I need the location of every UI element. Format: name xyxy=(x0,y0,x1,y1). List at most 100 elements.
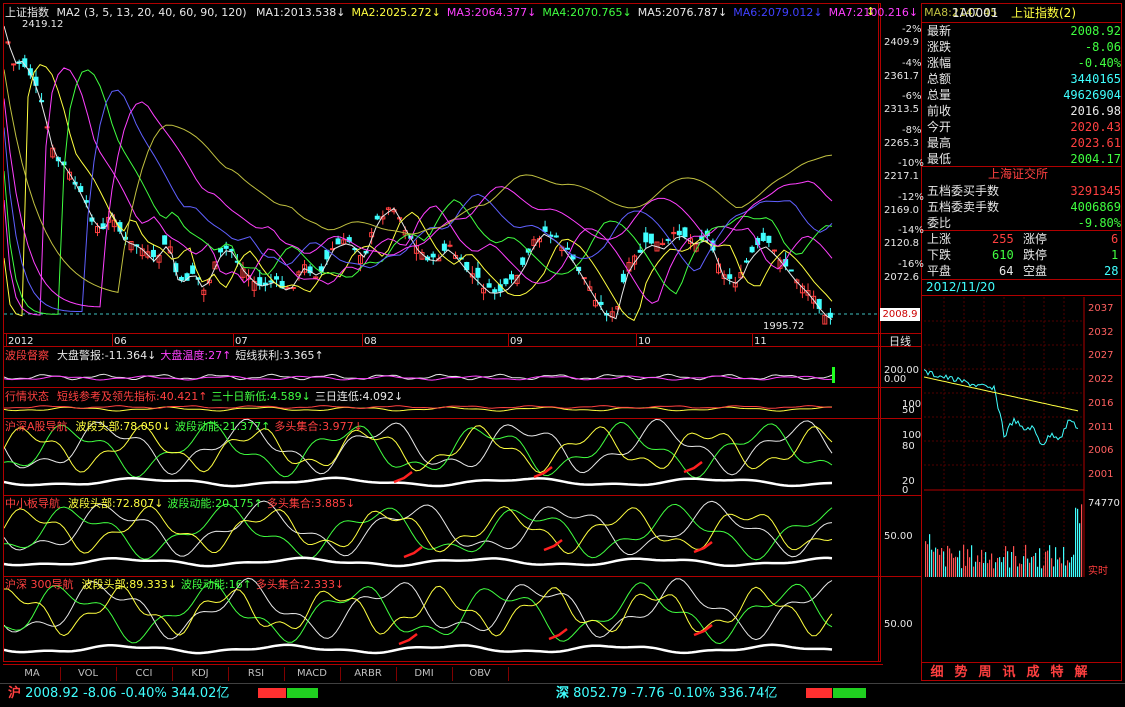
volume-bar xyxy=(979,562,981,577)
sh-quote[interactable]: 沪 2008.92 -8.06 -0.40% 344.02亿 xyxy=(8,686,229,702)
candlestick-chart xyxy=(4,25,877,325)
volume-bar xyxy=(967,549,969,577)
indicator-scale: 0.00 xyxy=(884,374,907,385)
volume-bar xyxy=(1059,557,1061,577)
volume-bar xyxy=(1015,555,1017,577)
volume-bar xyxy=(1073,554,1075,577)
quote-label: 最低 xyxy=(927,152,952,166)
indicator-value: 多头集合:3.885↓ xyxy=(266,497,356,510)
sz-breadth-bar xyxy=(806,688,866,698)
side-tab[interactable]: 成 xyxy=(1023,664,1043,681)
quote-label: 总量 xyxy=(927,88,952,102)
quote-value: 2004.17 xyxy=(1070,152,1121,166)
volume-bar xyxy=(1077,508,1079,577)
signal-bar xyxy=(832,367,835,383)
depth-label: 委比 xyxy=(927,216,952,230)
indicator-name[interactable]: 沪深A股导航 xyxy=(5,420,68,433)
tab-ma[interactable]: MA xyxy=(4,667,61,681)
pct-tick: -4% xyxy=(902,57,922,69)
pct-tick: -8% xyxy=(902,124,922,136)
quote-row: 涨跌 -8.06 xyxy=(927,39,1121,55)
tab-rsi[interactable]: RSI xyxy=(228,667,285,681)
tab-vol[interactable]: VOL xyxy=(60,667,117,681)
candle-body xyxy=(520,257,526,265)
signal-segment xyxy=(403,546,423,559)
signal-segment xyxy=(683,461,703,474)
candle-body xyxy=(827,312,833,318)
quote-value: 49626904 xyxy=(1063,88,1121,102)
quote-value: 2020.43 xyxy=(1070,120,1121,134)
tab-kdj[interactable]: KDJ xyxy=(172,667,229,681)
candle-body xyxy=(475,267,481,278)
candle-body xyxy=(553,235,559,238)
volume-bar xyxy=(1055,547,1057,577)
stat-value: 64 xyxy=(999,264,1014,278)
pct-tick: -12% xyxy=(898,191,924,203)
candle-body xyxy=(682,227,688,238)
volume-bar xyxy=(1003,557,1005,577)
signal-segment xyxy=(393,471,413,484)
indicator-line xyxy=(4,476,833,488)
volume-bar xyxy=(1051,558,1053,577)
candle-body xyxy=(447,244,453,247)
quote-label: 涨跌 xyxy=(927,40,952,54)
indicator-scale: 0 xyxy=(902,485,909,496)
indicator-value: 波段头部:72.807↓ xyxy=(68,497,164,510)
pct-tick: -14% xyxy=(898,225,924,236)
candle-body xyxy=(486,283,492,288)
candle-body xyxy=(223,245,229,249)
volume-bar xyxy=(943,551,945,577)
candle-body xyxy=(430,253,436,258)
candle-body xyxy=(598,301,604,305)
volume-bar xyxy=(1021,564,1023,577)
indicator-value: 波段动能:16↑ xyxy=(180,578,252,591)
quote-value: 2016.98 xyxy=(1070,104,1121,118)
tab-dmi[interactable]: DMI xyxy=(396,667,453,681)
volume-bar xyxy=(1063,546,1065,577)
quote-row: 今开 2020.43 xyxy=(927,119,1121,135)
tab-obv[interactable]: OBV xyxy=(452,667,509,681)
intraday-chart xyxy=(924,297,1085,577)
indicator-name[interactable]: 行情状态 xyxy=(5,390,49,403)
sz-quote[interactable]: 深 8052.79 -7.76 -0.10% 336.74亿 xyxy=(556,686,777,702)
volume-bar xyxy=(1039,548,1041,577)
volume-bar xyxy=(1033,556,1035,577)
indicator-name[interactable]: 沪深 300导航 xyxy=(5,578,74,591)
price-tick: 2313.5 xyxy=(884,104,919,115)
side-tab[interactable]: 周 xyxy=(975,664,995,681)
side-tab[interactable]: 解 xyxy=(1071,664,1091,681)
price-tick: 2361.7 xyxy=(884,70,919,82)
indicator-line xyxy=(4,556,833,568)
indicator-header: 沪深A股导航 波段头部:78.050↓ 波段动能:21.377↑ 多头集合:3.977… xyxy=(5,420,367,433)
side-tab[interactable]: 细 xyxy=(927,664,947,681)
indicator-name[interactable]: 波段督察 xyxy=(5,349,49,362)
volume-bar xyxy=(993,568,995,577)
intraday-tick: 2022 xyxy=(1088,374,1114,386)
tab-arbr[interactable]: ARBR xyxy=(340,667,397,681)
side-tab[interactable]: 势 xyxy=(951,664,971,681)
candle-body xyxy=(542,226,548,232)
date-tick: 06 xyxy=(114,336,127,347)
indicator-value: 短线参考及领先指标:40.421↑ xyxy=(57,390,208,403)
volume-bar xyxy=(1027,558,1029,577)
candle-body xyxy=(760,232,766,241)
volume-bar xyxy=(929,534,931,577)
quote-row: 总额 3440165 xyxy=(927,71,1121,87)
volume-bar xyxy=(1007,551,1009,577)
tab-cci[interactable]: CCI xyxy=(116,667,173,681)
volume-bar xyxy=(963,544,965,577)
side-tab[interactable]: 讯 xyxy=(999,664,1019,681)
pct-tick: -16% xyxy=(898,258,924,270)
depth-row: 五档委买手数 3291345 xyxy=(927,183,1121,199)
candle-body xyxy=(441,243,447,251)
date-tick-mark xyxy=(508,334,509,346)
tab-macd[interactable]: MACD xyxy=(284,667,341,681)
date-tick-mark xyxy=(636,334,637,346)
intraday-tick: 2037 xyxy=(1088,303,1114,314)
divider xyxy=(3,333,921,334)
intraday-price-line xyxy=(924,369,1079,446)
depth-label: 五档委卖手数 xyxy=(927,200,1000,214)
volume-max: 74770 xyxy=(1088,498,1120,509)
indicator-name[interactable]: 中小板导航 xyxy=(5,497,60,510)
side-tab[interactable]: 特 xyxy=(1047,664,1067,681)
